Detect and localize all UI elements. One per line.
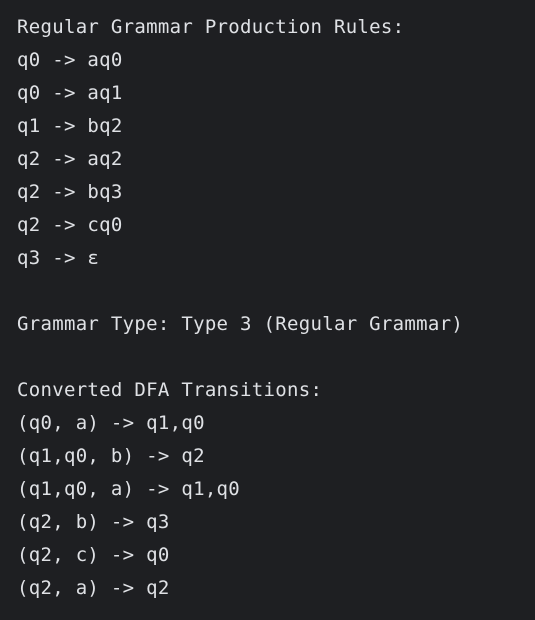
production-rule: q2 -> aq2: [17, 148, 123, 170]
dfa-transition: (q2, c) -> q0: [17, 544, 170, 566]
production-rule: q3 -> ε: [17, 247, 100, 269]
grammar-type: Grammar Type: Type 3 (Regular Grammar): [17, 313, 464, 335]
production-rule: q2 -> bq3: [17, 181, 123, 203]
dfa-transition: (q2, a) -> q2: [17, 577, 170, 599]
production-rule: q0 -> aq1: [17, 82, 123, 104]
dfa-header: Converted DFA Transitions:: [17, 379, 323, 401]
production-rule: q1 -> bq2: [17, 115, 123, 137]
production-rule: q2 -> cq0: [17, 214, 123, 236]
production-rule: q0 -> aq0: [17, 49, 123, 71]
dfa-transition: (q1,q0, b) -> q2: [17, 445, 205, 467]
grammar-header: Regular Grammar Production Rules:: [17, 16, 405, 38]
dfa-transition: (q1,q0, a) -> q1,q0: [17, 478, 241, 500]
dfa-transition: (q0, a) -> q1,q0: [17, 412, 205, 434]
dfa-transition: (q2, b) -> q3: [17, 511, 170, 533]
console-output: Regular Grammar Production Rules: q0 -> …: [0, 0, 535, 620]
